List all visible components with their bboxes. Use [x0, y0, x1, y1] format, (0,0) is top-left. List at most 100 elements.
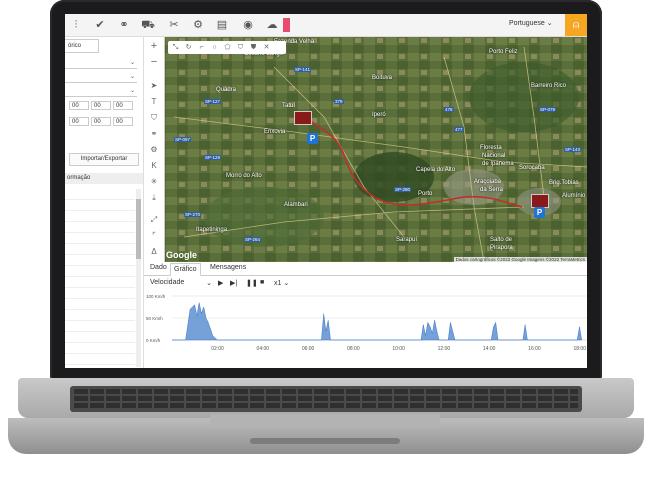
text-icon[interactable]: T	[147, 95, 161, 109]
speed-chart[interactable]: 100 Km/h 50 Km/h 0 Km/h 02:00 04:00 06:00 0…	[144, 292, 587, 368]
start-time-row: 00 00 00	[65, 101, 141, 111]
move-icon[interactable]: ⤡	[170, 42, 181, 53]
kml-icon[interactable]: K	[147, 159, 161, 173]
unit-select[interactable]: ⌄	[65, 59, 137, 69]
road-label: SP-270	[184, 212, 202, 217]
hour-field[interactable]: 00	[69, 101, 89, 110]
draw-toolbar: ⤡ ↻ ⌐ ○ ⬠ ⛉ ⛊ ✕	[168, 41, 286, 54]
parking-marker[interactable]: P	[534, 207, 545, 218]
laptop-keyboard	[70, 386, 582, 412]
rotate-icon[interactable]: ↻	[183, 42, 194, 53]
second-field[interactable]: 00	[113, 117, 133, 126]
minute-field[interactable]: 00	[91, 101, 111, 110]
road-label: SP-141	[294, 67, 312, 72]
user-menu-button[interactable]: ⍝	[565, 14, 587, 36]
screen: ⫶ ✔ ⚭ ⛟ ✂ ⚙ ▤ ◉ ☁ Portuguese ⌄ ⍝ órico ⌄…	[65, 14, 587, 368]
fullscreen-icon[interactable]: ⤢	[147, 213, 161, 227]
metric-label: Velocidade	[150, 279, 185, 286]
tab-mensagens[interactable]: Mensagens	[210, 264, 246, 271]
chevron-down-icon: ⌄	[129, 88, 135, 94]
town-label: Porto Feliz	[489, 49, 518, 55]
cloud-icon[interactable]: ☁	[265, 18, 279, 32]
road-label: SP-143	[564, 147, 582, 152]
north-icon[interactable]: Δ	[147, 245, 161, 259]
x-tick-label: 14:00	[483, 346, 496, 352]
asterisk-icon[interactable]: ✳	[147, 175, 161, 189]
language-select[interactable]: Portuguese ⌄	[509, 19, 553, 27]
car-icon[interactable]: ⛟	[141, 18, 155, 32]
town-label: Morro do Alto	[226, 173, 262, 179]
date-select[interactable]: ⌄	[65, 87, 137, 97]
zoom-out-icon[interactable]: −	[147, 55, 161, 69]
town-label: Tatuí	[282, 103, 296, 109]
chevron-down-icon: ⌄	[206, 280, 212, 287]
corner-icon[interactable]: ⌜	[147, 229, 161, 243]
speed-select[interactable]: x1 ⌄	[274, 279, 289, 287]
town-label: Barreiro Rico	[531, 83, 567, 89]
settings-icon[interactable]: ⚙	[191, 18, 205, 32]
download-icon[interactable]: ⤓	[147, 191, 161, 205]
polygon-icon[interactable]: ⬠	[222, 42, 233, 53]
vehicle-marker[interactable]	[531, 194, 549, 208]
zoom-in-icon[interactable]: +	[147, 39, 161, 53]
stop-icon[interactable]: ■	[260, 279, 264, 286]
second-field[interactable]: 00	[113, 101, 133, 110]
check-icon[interactable]: ✔	[93, 18, 107, 32]
circle-icon[interactable]: ○	[209, 42, 220, 53]
gear-icon[interactable]: ⚙	[147, 143, 161, 157]
town-label: Capela do Alto	[416, 167, 456, 173]
info-list	[65, 189, 135, 367]
town-label: Alumínio	[562, 193, 586, 199]
pointer-icon[interactable]: ➤	[147, 79, 161, 93]
pause-icon[interactable]: ❚❚	[246, 279, 258, 287]
laptop-trackpad	[210, 414, 440, 428]
period-select[interactable]: ⌄	[65, 73, 137, 83]
chevron-down-icon: ⌄	[129, 60, 135, 66]
speed-label: x1	[274, 280, 282, 287]
tab-grafico[interactable]: Gráfico	[170, 263, 201, 276]
laptop-hinge	[250, 438, 400, 444]
binoculars-icon[interactable]: ⚭	[117, 18, 131, 32]
alert-indicator[interactable]	[283, 18, 290, 32]
x-tick-label: 18:00	[573, 346, 586, 352]
minute-field[interactable]: 00	[91, 117, 111, 126]
sidebar-scrollbar[interactable]	[136, 189, 141, 367]
close-icon[interactable]: ✕	[261, 42, 272, 53]
town-label: Boituva	[372, 75, 393, 81]
metric-select[interactable]: Velocidade ⌄	[150, 279, 212, 289]
map-view[interactable]: Fazenda Velha Cesário Lange Porto Feliz …	[144, 37, 587, 262]
town-label: Pirapora	[490, 245, 513, 251]
scroll-thumb[interactable]	[136, 199, 141, 259]
road-label: SP-129	[204, 155, 222, 160]
chart-icon[interactable]: ⫶	[69, 18, 83, 32]
step-icon[interactable]: ▶|	[230, 279, 237, 287]
play-icon[interactable]: ▶	[218, 279, 223, 287]
shield-icon[interactable]: ⛉	[235, 42, 246, 53]
shield-outline-icon[interactable]: ⛊	[248, 42, 259, 53]
town-label: de Ipanema	[482, 161, 514, 167]
town-label: Alambari	[284, 202, 308, 208]
town-label: Nacional	[482, 153, 506, 159]
x-tick-label: 12:00	[438, 346, 451, 352]
parking-marker[interactable]: P	[307, 133, 318, 144]
import-export-button[interactable]: Importar/Exportar	[69, 153, 139, 166]
shield-icon[interactable]: ⛉	[147, 111, 161, 125]
town-label: Quadra	[216, 87, 237, 93]
tools-icon[interactable]: ✂	[167, 18, 181, 32]
x-tick-label: 02:00	[211, 346, 224, 352]
camera-icon[interactable]: ◉	[241, 18, 255, 32]
x-tick-label: 04:00	[257, 346, 270, 352]
town-label: Salto de	[490, 237, 513, 243]
tab-dados[interactable]: Dado	[150, 264, 167, 271]
chart-svg: 100 Km/h 50 Km/h 0 Km/h 02:00 04:00 06:00 0…	[146, 294, 587, 352]
hour-field[interactable]: 00	[69, 117, 89, 126]
x-tick-label: 16:00	[528, 346, 541, 352]
line-icon[interactable]: ⌐	[196, 42, 207, 53]
language-label: Portuguese	[509, 20, 545, 27]
binoculars-icon[interactable]: ⚭	[147, 127, 161, 141]
tab-historico[interactable]: órico	[65, 39, 99, 53]
top-toolbar: ⫶ ✔ ⚭ ⛟ ✂ ⚙ ▤ ◉ ☁ Portuguese ⌄ ⍝	[65, 14, 587, 37]
road-label: 379	[334, 99, 344, 104]
window-icon[interactable]: ▤	[215, 18, 229, 32]
vehicle-marker[interactable]	[294, 111, 312, 125]
